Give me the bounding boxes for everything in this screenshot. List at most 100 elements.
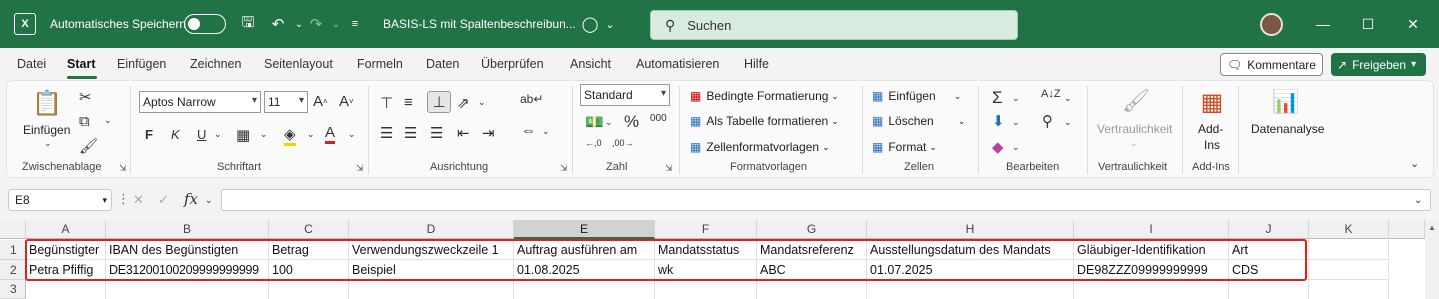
autosum-dropdown-icon[interactable]: ⌄ [1012,93,1020,104]
search-box[interactable]: ⚲ Suchen [650,10,1018,40]
close-icon[interactable]: ✕ [1390,0,1436,48]
tab-seitenlayout[interactable]: Seitenlayout [264,57,333,71]
dialog-launcher-icon[interactable]: ⇲ [665,163,673,174]
format-painter-icon[interactable]: 🖌 [79,137,98,155]
formula-input[interactable] [221,189,1431,211]
accounting-dropdown-icon[interactable]: ⌄ [605,117,613,128]
number-format-select[interactable]: Standard ▾ [580,84,670,106]
sort-filter-dropdown-icon[interactable]: ⌄ [1064,93,1072,104]
tab-formeln[interactable]: Formeln [357,57,403,71]
find-select-icon[interactable]: ⚲ [1042,112,1053,130]
share-button[interactable]: ↗ Freigeben ▾ [1331,53,1426,76]
borders-dropdown-icon[interactable]: ⌄ [260,129,268,140]
format-cells-button[interactable]: ▦ Format ⌄ [872,140,937,154]
clear-dropdown-icon[interactable]: ⌄ [1012,142,1020,153]
cell-k2[interactable] [1309,260,1389,280]
name-box[interactable]: E8 ▾ [8,189,112,211]
merge-dropdown-icon[interactable]: ⌄ [542,126,550,137]
sensitivity-icon[interactable]: 🖌 [1122,88,1150,114]
font-color-icon[interactable]: A [325,124,336,144]
align-center-icon[interactable]: ☰ [404,124,417,142]
cell-d2[interactable]: Beispiel [349,260,514,280]
tab-automatisieren[interactable]: Automatisieren [636,57,719,71]
fill-icon[interactable]: ⬇ [992,112,1005,130]
cell-a2[interactable]: Petra Pfiffig [26,260,106,280]
column-header-a[interactable]: A [26,220,106,239]
expand-formula-bar-icon[interactable]: ⌄ [1414,195,1422,206]
user-avatar[interactable] [1260,13,1283,36]
cell-a3[interactable] [26,280,106,299]
minimize-icon[interactable]: — [1300,0,1346,48]
cell-g2[interactable]: ABC [757,260,867,280]
tab-ueberpruefen[interactable]: Überprüfen [481,57,544,71]
sensitivity-shield-icon[interactable]: ◯ [580,14,600,34]
chevron-down-icon[interactable]: ⌄ [205,195,213,206]
sensitivity-button[interactable]: Vertraulichkeit [1097,122,1172,136]
wrap-text-icon[interactable]: ab↵ [520,92,543,106]
column-header-c[interactable]: C [269,220,349,239]
insert-cells-button[interactable]: ▦ Einfügen ⌄ [872,89,961,103]
document-title[interactable]: BASIS-LS mit Spaltenbeschreibun... [383,0,576,48]
insert-function-button[interactable]: fx [184,190,198,208]
cell-c1[interactable]: Betrag [269,240,349,260]
thousands-separator-icon[interactable]: 000 [650,113,667,124]
clipboard-paste-icon[interactable]: 📋 [32,88,62,118]
scroll-up-icon[interactable]: ▲ [1425,223,1439,232]
cell-i2[interactable]: DE98ZZZ09999999999 [1074,260,1229,280]
column-header-b[interactable]: B [106,220,269,239]
cell-f1[interactable]: Mandatsstatus [655,240,757,260]
align-top-icon[interactable]: ⊤ [380,94,393,112]
column-header-e[interactable]: E [514,220,655,239]
sensitivity-dropdown-icon[interactable]: ⌄ [1130,138,1138,149]
dialog-launcher-icon[interactable]: ⇲ [356,163,364,174]
redo-icon[interactable]: ↷ [306,14,326,34]
column-header-j[interactable]: J [1229,220,1309,239]
cell-f3[interactable] [655,280,757,299]
vertical-scrollbar[interactable]: ▲ [1425,220,1439,299]
column-header-d[interactable]: D [349,220,514,239]
tab-datei[interactable]: Datei [17,57,46,71]
cell-k1[interactable] [1309,240,1389,260]
cell-i1[interactable]: Gläubiger-Identifikation [1074,240,1229,260]
cell-e1[interactable]: Auftrag ausführen am [514,240,655,260]
bold-button[interactable]: F [145,127,153,142]
cell-j2[interactable]: CDS [1229,260,1309,280]
shrink-font-icon[interactable]: A ˅ [339,93,354,110]
cell-b2[interactable]: DE31200100209999999999 [106,260,269,280]
font-color-dropdown-icon[interactable]: ⌄ [348,129,356,140]
fill-dropdown-icon[interactable]: ⌄ [1012,117,1020,128]
tab-einfuegen[interactable]: Einfügen [117,57,166,71]
row-header-3[interactable]: 3 [0,280,26,299]
format-as-table-button[interactable]: ▦ Als Tabelle formatieren ⌄ [690,114,839,128]
cell-h2[interactable]: 01.07.2025 [867,260,1074,280]
align-middle-icon[interactable]: ≡ [404,94,413,111]
comments-button[interactable]: 🗨 Kommentare [1220,53,1323,76]
customize-toolbar-icon[interactable]: ≡ [345,14,365,34]
select-all-corner[interactable] [0,220,26,239]
tab-zeichnen[interactable]: Zeichnen [190,57,241,71]
add-ins-button-line2[interactable]: Ins [1204,138,1220,152]
grow-font-icon[interactable]: A ˄ [313,93,328,110]
align-bottom-icon[interactable]: ⊥ [427,91,451,113]
cell-b1[interactable]: IBAN des Begünstigten [106,240,269,260]
cell-a1[interactable]: Begünstigter [26,240,106,260]
redo-dropdown-icon[interactable]: ⌄ [326,14,346,34]
tab-daten[interactable]: Daten [426,57,459,71]
add-ins-button-line1[interactable]: Add- [1198,122,1223,136]
cell-g1[interactable]: Mandatsreferenz [757,240,867,260]
column-header-g[interactable]: G [757,220,867,239]
find-select-dropdown-icon[interactable]: ⌄ [1064,117,1072,128]
cell-e2[interactable]: 01.08.2025 [514,260,655,280]
save-icon[interactable]: 🖫 [238,14,258,34]
underline-button[interactable]: U [197,127,206,142]
orientation-dropdown-icon[interactable]: ⌄ [478,97,486,108]
italic-button[interactable]: K [171,127,180,142]
merge-center-icon[interactable]: ⇔ [521,122,536,139]
more-options-icon[interactable]: ⋮ [117,191,130,207]
ribbon-collapse-icon[interactable]: ⌄ [1410,157,1419,170]
cell-i3[interactable] [1074,280,1229,299]
increase-decimal-icon[interactable]: ←,0 [585,138,602,148]
tab-ansicht[interactable]: Ansicht [570,57,611,71]
add-ins-icon[interactable]: ▦ [1198,88,1226,116]
cell-g3[interactable] [757,280,867,299]
